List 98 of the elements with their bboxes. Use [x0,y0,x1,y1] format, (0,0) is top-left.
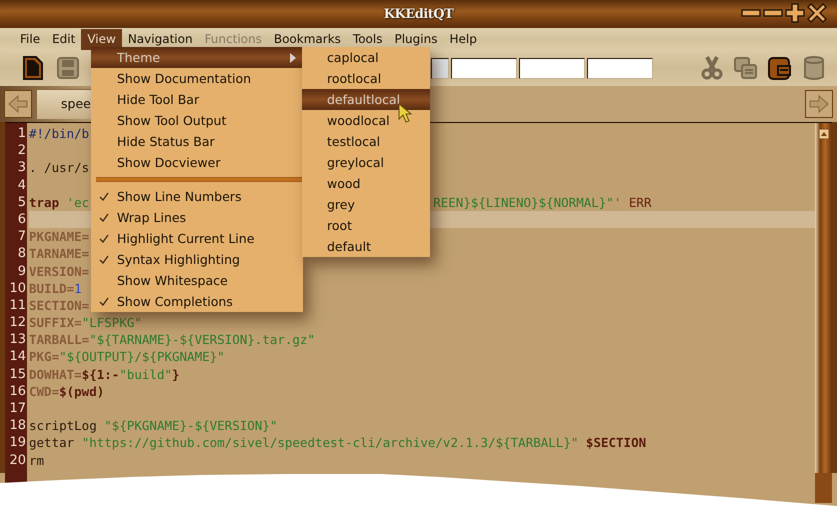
menu-item[interactable]: Hide Status Bar [91,131,303,152]
minimize-icon[interactable] [763,8,783,18]
code-line: SUFFIX="LFSPKG" [29,314,142,332]
line-number: 4 [16,176,27,194]
menu-item[interactable]: Show Completions [91,291,303,312]
menu-item[interactable]: Bookmarks [268,28,347,50]
code-line: gettar "https://github.com/sivel/speedtest-cli/archive/v2.1.3/${TARBALL}" $SECTION [29,434,646,452]
code-line: PKGNAME= [29,228,90,246]
window-title: KKEditQT [384,6,454,22]
input-field[interactable] [519,58,585,78]
line-number: 2 [16,142,27,160]
line-number: 18 [8,417,27,434]
line-number: 20 [8,452,27,469]
menu-item[interactable]: default [302,236,430,257]
menu-item-label: Show Documentation [117,71,252,86]
code-line: #!/bin/b [29,125,90,142]
menu-item[interactable]: Plugins [388,28,444,50]
left-arrow-icon [7,93,29,115]
line-number: 17 [8,400,27,418]
code-line: CWD=$(pwd) [29,382,104,400]
shade-icon[interactable] [741,8,761,18]
menu-item-label: Theme [117,50,160,65]
menu-item[interactable]: Wrap Lines [91,207,303,228]
menu-item[interactable]: Edit [46,28,82,50]
menu-item-label: Wrap Lines [117,210,186,225]
menu-item-label: Syntax Highlighting [117,252,240,267]
menu-item[interactable]: caplocal [302,47,430,68]
menu-item-label: Highlight Current Line [117,231,254,246]
code-line: PKG="${OUTPUT}/${PKGNAME}" [29,348,225,366]
close-icon[interactable] [807,3,827,23]
scroll-right-button[interactable] [805,90,833,118]
menu-item[interactable]: wood [302,173,430,194]
line-number: 8 [16,245,27,262]
menu-item[interactable]: Show Docviewer [91,152,303,173]
menu-item[interactable]: grey [302,194,430,215]
line-number: 5 [16,194,27,211]
line-number: 15 [8,366,27,383]
menu-item[interactable]: Show Whitespace [91,270,303,291]
paste-icon[interactable] [767,55,793,81]
menu-item[interactable]: Show Tool Output [91,110,303,131]
code-line: DOWHAT=${1:-"build"} [29,366,180,383]
input-field[interactable] [431,58,449,78]
menu-item[interactable]: defaultlocal [302,89,430,110]
right-arrow-icon [808,93,830,115]
menu-item[interactable]: testlocal [302,131,430,152]
menu-item[interactable]: Show Line Numbers [91,186,303,207]
menu-item[interactable]: woodlocal [302,110,430,131]
line-number: 19 [8,434,27,452]
menu-item[interactable]: greylocal [302,152,430,173]
menu-item[interactable]: File [14,28,46,50]
code-line: SECTION= [29,296,90,314]
input-field[interactable] [451,58,517,78]
pointer-icon [398,103,412,123]
line-number: 9 [16,262,27,280]
code-line: . /usr/s [29,159,90,177]
line-number: 6 [16,210,27,228]
menu-item[interactable]: Syntax Highlighting [91,249,303,270]
code-line: TARNAME= [29,245,90,262]
line-number: 12 [8,314,27,332]
menu-item[interactable]: Navigation [122,28,199,50]
menu-item[interactable]: rootlocal [302,68,430,89]
menu-item[interactable]: Highlight Current Line [91,228,303,249]
code-line: trap 'ec [29,194,90,211]
submenu-arrow-icon [289,52,297,64]
menu-item-label: Hide Status Bar [117,134,215,149]
code-line: VERSION= [29,262,90,280]
menu-item[interactable]: View [81,28,122,50]
code-line: rm [29,452,44,469]
code-line: BUILD=1 [29,280,82,297]
new-file-icon[interactable] [20,55,46,81]
scroll-left-button[interactable] [4,90,32,118]
code-line: TARBALL="${TARNAME}-${VERSION}.tar.gz" [29,331,315,348]
line-number: 13 [8,331,27,348]
menu-item[interactable]: Show Documentation [91,68,303,89]
scroll-up-icon[interactable] [818,129,828,139]
line-number: 14 [8,348,27,366]
menu-item[interactable]: Theme [91,47,303,68]
menu-item-label: Show Tool Output [117,113,226,128]
line-number: 10 [8,280,27,297]
line-number: 11 [8,296,27,314]
menu-item[interactable]: Help [443,28,483,50]
scrollbar[interactable] [815,123,832,473]
menu-item-label: Show Whitespace [117,273,228,288]
code-line: REEN}${LINENO}${NORMAL}"' ERR [433,194,652,211]
line-number: 16 [8,382,27,400]
code-line: scriptLog "${PKGNAME}-${VERSION}" [29,417,278,434]
line-number: 1 [16,125,27,142]
maximize-icon[interactable] [785,3,805,23]
menu-item[interactable]: Tools [346,28,388,50]
menu-item-label: Show Completions [117,294,233,309]
menu-item-label: Show Line Numbers [117,189,242,204]
menu-item-label: Hide Tool Bar [117,92,200,107]
menu-item-label: Show Docviewer [117,155,220,170]
line-number: 3 [16,159,27,177]
input-field[interactable] [587,58,653,78]
menu-item[interactable]: root [302,215,430,236]
line-number: 7 [16,228,27,246]
menu-item[interactable]: Hide Tool Bar [91,89,303,110]
